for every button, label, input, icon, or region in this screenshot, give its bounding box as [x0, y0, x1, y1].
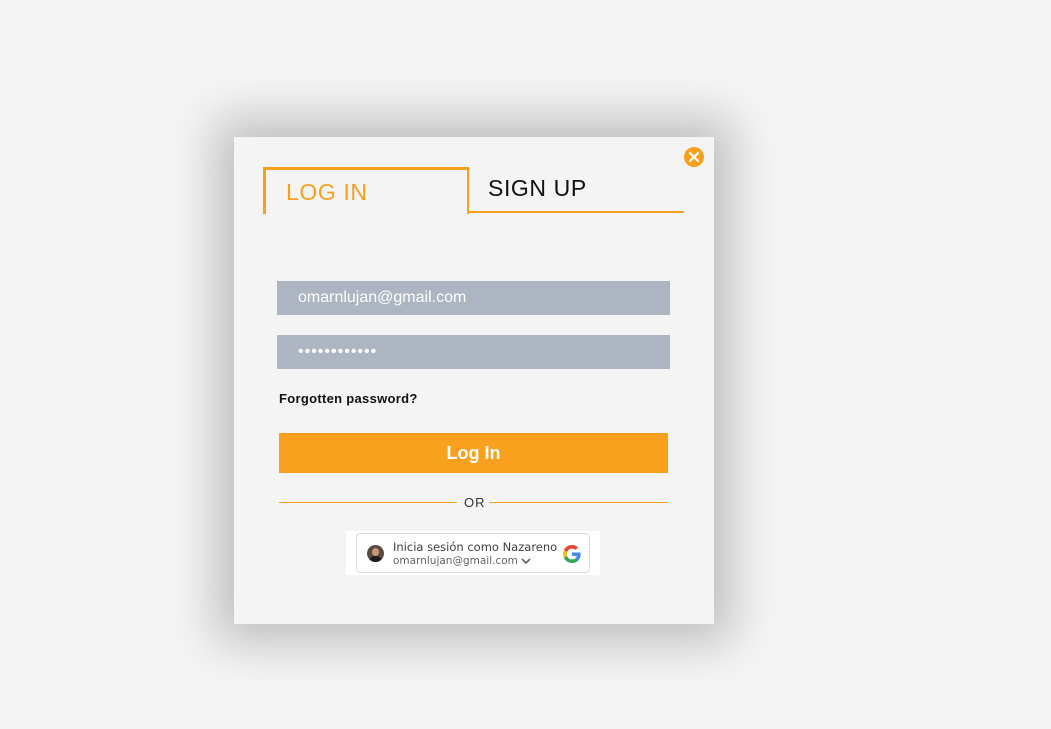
auth-tabs: LOG IN SIGN UP	[263, 167, 684, 214]
close-icon[interactable]	[684, 147, 704, 167]
avatar	[367, 545, 384, 562]
login-modal: LOG IN SIGN UP Forgotten password? Log I…	[234, 137, 714, 624]
google-g-icon	[563, 545, 581, 563]
google-signin-button[interactable]: Inicia sesión como Nazareno omarnlujan@g…	[356, 533, 590, 573]
divider-line-right	[489, 502, 668, 503]
google-account-email: omarnlujan@gmail.com	[393, 555, 518, 567]
tab-signup[interactable]: SIGN UP	[467, 167, 684, 213]
forgot-password-link[interactable]: Forgotten password?	[279, 391, 418, 406]
divider-line-left	[279, 502, 457, 503]
tab-login-label: LOG IN	[286, 179, 368, 205]
or-label: OR	[464, 495, 486, 510]
google-signin-container: Inicia sesión como Nazareno omarnlujan@g…	[346, 531, 600, 575]
email-field[interactable]	[277, 281, 670, 315]
chevron-down-icon[interactable]	[521, 557, 531, 565]
tab-signup-label: SIGN UP	[488, 175, 587, 201]
google-account-name: Inicia sesión como Nazareno	[393, 540, 558, 554]
login-button[interactable]: Log In	[279, 433, 668, 473]
tab-login[interactable]: LOG IN	[263, 167, 469, 214]
or-divider: OR	[279, 494, 668, 510]
password-field[interactable]	[277, 335, 670, 369]
